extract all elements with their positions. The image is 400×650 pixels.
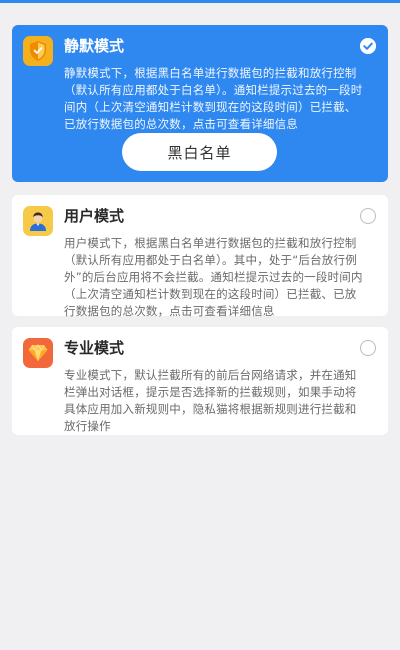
mode-card-silent[interactable]: 静默模式 静默模式下，根据黑白名单进行数据包的拦截和放行控制（默认所有应用都处于… (12, 25, 388, 182)
mode-description-user: 用户模式下，根据黑白名单进行数据包的拦截和放行控制（默认所有应用都处于白名单）。… (64, 236, 363, 318)
radio-silent-checked[interactable] (360, 38, 376, 54)
check-icon (360, 38, 376, 54)
blackwhite-list-button[interactable]: 黑白名单 (122, 133, 277, 171)
mode-description-silent: 静默模式下，根据黑白名单进行数据包的拦截和放行控制（默认所有应用都处于白名单）。… (64, 66, 363, 131)
mode-title-silent: 静默模式 (64, 37, 125, 55)
diamond-icon (23, 338, 53, 368)
radio-pro-unchecked[interactable] (360, 340, 376, 356)
top-accent-line (0, 0, 400, 3)
mode-card-user[interactable]: 用户模式 用户模式下，根据黑白名单进行数据包的拦截和放行控制（默认所有应用都处于… (12, 195, 388, 318)
mode-description-pro: 专业模式下，默认拦截所有的前后台网络请求，并在通知栏弹出对话框，提示是否选择新的… (64, 368, 357, 433)
mode-title-user: 用户模式 (64, 207, 125, 225)
radio-user-unchecked[interactable] (360, 208, 376, 224)
mode-card-pro[interactable]: 专业模式 专业模式下，默认拦截所有的前后台网络请求，并在通知栏弹出对话框，提示是… (12, 327, 388, 435)
mode-title-pro: 专业模式 (64, 339, 125, 357)
user-avatar-icon (23, 206, 53, 236)
shield-icon (23, 36, 53, 66)
